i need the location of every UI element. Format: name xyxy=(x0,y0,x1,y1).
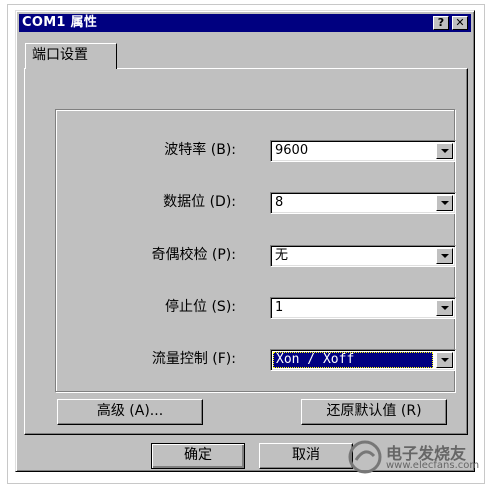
chevron-down-icon[interactable] xyxy=(436,248,453,264)
parity-label: 奇偶校检 (P): xyxy=(151,247,236,263)
title-bar[interactable]: COM1 属性 ? ✕ xyxy=(19,14,471,32)
settings-group: 波特率 (B): 9600 数据位 (D): 8 奇偶校检 (P): 无 停止位… xyxy=(55,109,456,392)
data-bits-value: 8 xyxy=(275,195,284,210)
baud-rate-value: 9600 xyxy=(275,143,309,158)
stop-bits-select[interactable]: 1 xyxy=(270,297,456,319)
tab-panel-port-settings: 波特率 (B): 9600 数据位 (D): 8 奇偶校检 (P): 无 停止位… xyxy=(24,68,468,435)
watermark: 电子发烧友 www.elecfans.com xyxy=(346,438,486,478)
stop-bits-label: 停止位 (S): xyxy=(165,299,236,315)
flow-control-value: Xon / Xoff xyxy=(273,352,433,368)
parity-select[interactable]: 无 xyxy=(270,245,456,267)
chevron-down-icon[interactable] xyxy=(436,300,453,316)
close-button[interactable]: ✕ xyxy=(452,16,468,30)
baud-rate-select[interactable]: 9600 xyxy=(270,140,456,162)
restore-defaults-button[interactable]: 还原默认值 (R) xyxy=(301,399,447,425)
ok-button[interactable]: 确定 xyxy=(151,443,245,469)
flow-control-label: 流量控制 (F): xyxy=(151,351,236,367)
watermark-logo-icon xyxy=(348,440,382,474)
watermark-url: www.elecfans.com xyxy=(386,460,480,471)
cancel-button[interactable]: 取消 xyxy=(259,443,353,469)
data-bits-select[interactable]: 8 xyxy=(270,192,456,214)
properties-dialog: COM1 属性 ? ✕ 端口设置 波特率 (B): 9600 数据位 (D): … xyxy=(15,10,475,472)
chevron-down-icon[interactable] xyxy=(436,143,453,159)
advanced-button[interactable]: 高级 (A)... xyxy=(57,399,203,425)
close-icon: ✕ xyxy=(455,16,465,29)
chevron-down-icon[interactable] xyxy=(436,352,453,368)
flow-control-select[interactable]: Xon / Xoff xyxy=(270,349,456,371)
baud-rate-label: 波特率 (B): xyxy=(164,142,236,158)
data-bits-label: 数据位 (D): xyxy=(163,194,236,210)
parity-value: 无 xyxy=(275,248,289,263)
chevron-down-icon[interactable] xyxy=(436,195,453,211)
tab-port-settings[interactable]: 端口设置 xyxy=(25,43,117,69)
help-button[interactable]: ? xyxy=(433,16,449,30)
window-title: COM1 属性 xyxy=(22,15,98,30)
stop-bits-value: 1 xyxy=(275,300,284,315)
